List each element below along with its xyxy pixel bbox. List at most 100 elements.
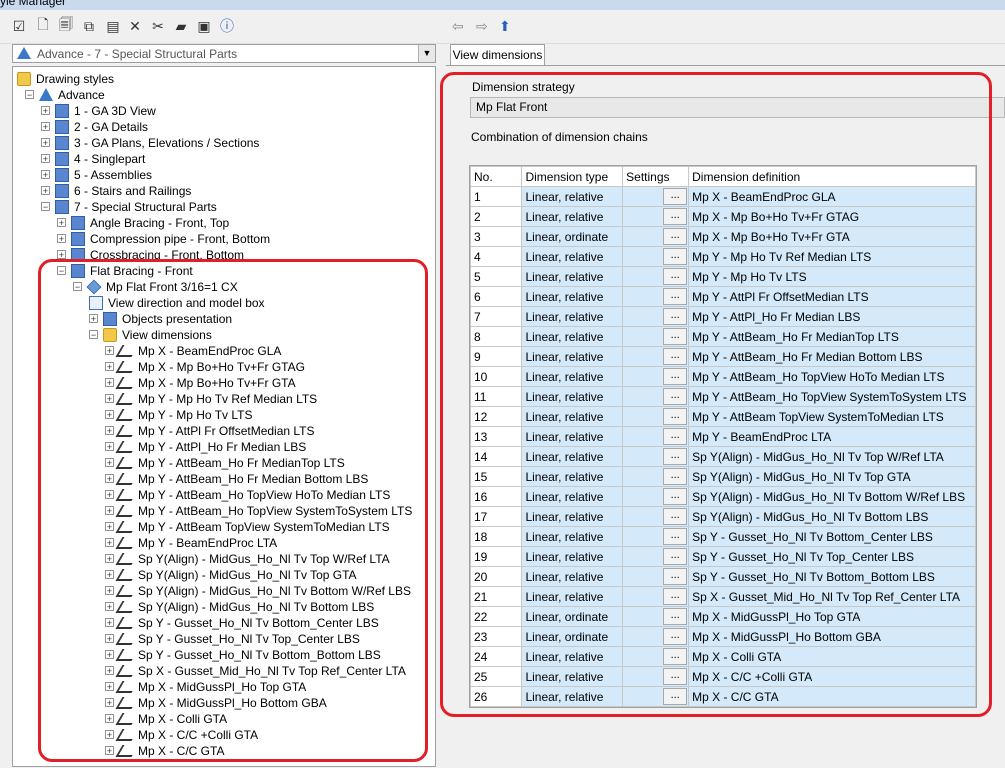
expand-icon[interactable]: + <box>105 586 114 596</box>
expand-icon[interactable]: + <box>105 458 114 468</box>
dimension-definition-cell[interactable]: Mp Y - AttBeam TopView SystemToMedian LT… <box>688 406 976 427</box>
expand-icon[interactable]: + <box>105 410 114 420</box>
expand-icon[interactable]: + <box>105 538 114 548</box>
dimension-definition-cell[interactable]: Mp X - MidGussPl_Ho Top GTA <box>688 606 976 627</box>
table-row[interactable]: 14 Linear, relative... Sp Y(Align) - MidGu… <box>469 446 976 467</box>
collapse-icon[interactable]: − <box>41 202 50 212</box>
expand-icon[interactable]: + <box>105 730 114 740</box>
dimension-type-cell[interactable]: Linear, relative <box>521 646 624 667</box>
table-row[interactable]: 7 Linear, relative... Mp Y - AttPl_Ho Fr M… <box>469 306 976 327</box>
dimension-type-cell[interactable]: Linear, relative <box>521 666 624 687</box>
table-row[interactable]: 13 Linear, relative... Mp Y - BeamEndProc … <box>469 426 976 447</box>
dimension-definition-cell[interactable]: Sp Y - Gusset_Ho_Nl Tv Top_Center LBS <box>688 546 976 567</box>
dimension-type-cell[interactable]: Linear, relative <box>521 366 624 387</box>
dimension-type-cell[interactable]: Linear, relative <box>521 446 624 467</box>
expand-icon[interactable]: + <box>105 666 114 676</box>
expand-icon[interactable]: + <box>57 250 66 260</box>
settings-button[interactable]: ... <box>663 368 688 385</box>
settings-button[interactable]: ... <box>663 328 688 345</box>
expand-icon[interactable]: + <box>105 602 114 612</box>
table-row[interactable]: 11 Linear, relative... Mp Y - AttBeam_Ho T… <box>469 386 976 407</box>
new-icon[interactable]: 🗋 <box>34 16 52 35</box>
dimension-type-cell[interactable]: Linear, relative <box>521 506 624 527</box>
export-icon[interactable]: ▣ <box>195 17 213 35</box>
table-row[interactable]: 19 Linear, relative... Sp Y - Gusset_Ho_Nl… <box>469 546 976 567</box>
table-row[interactable]: 21 Linear, relative... Sp X - Gusset_Mid_H… <box>469 586 976 607</box>
collapse-icon[interactable]: − <box>25 90 34 100</box>
dimension-definition-cell[interactable]: Mp Y - AttBeam_Ho Fr Median Bottom LBS <box>688 346 976 367</box>
check-icon[interactable]: ☑ <box>10 17 28 35</box>
new-copy-icon[interactable]: 🗐 <box>57 16 75 35</box>
expand-icon[interactable]: + <box>105 698 114 708</box>
dimension-type-cell[interactable]: Linear, relative <box>521 526 624 547</box>
settings-button[interactable]: ... <box>663 208 688 225</box>
dimension-type-cell[interactable]: Linear, ordinate <box>521 626 624 647</box>
settings-button[interactable]: ... <box>663 548 688 565</box>
table-row[interactable]: 20 Linear, relative... Sp Y - Gusset_Ho_Nl… <box>469 566 976 587</box>
dimension-definition-cell[interactable]: Sp Y - Gusset_Ho_Nl Tv Bottom_Bottom LBS <box>688 566 976 587</box>
up-arrow-icon[interactable]: ⬆ <box>499 18 511 35</box>
dimension-type-cell[interactable]: Linear, relative <box>521 586 624 607</box>
folder-icon[interactable]: ▰ <box>172 17 190 35</box>
table-row[interactable]: 6 Linear, relative... Mp Y - AttPl Fr Offs… <box>469 286 976 307</box>
dimension-definition-cell[interactable]: Sp Y(Align) - MidGus_Ho_Nl Tv Bottom LBS <box>688 506 976 527</box>
dimension-definition-cell[interactable]: Mp X - C/C GTA <box>688 686 976 707</box>
settings-button[interactable]: ... <box>663 228 688 245</box>
expand-icon[interactable]: + <box>105 394 114 404</box>
settings-button[interactable]: ... <box>663 608 688 625</box>
dimension-type-cell[interactable]: Linear, ordinate <box>521 226 624 247</box>
dimension-type-cell[interactable]: Linear, relative <box>521 326 624 347</box>
dimension-definition-cell[interactable]: Sp X - Gusset_Mid_Ho_Nl Tv Top Ref_Cente… <box>688 586 976 607</box>
table-row[interactable]: 5 Linear, relative... Mp Y - Mp Ho Tv LTS <box>469 266 976 287</box>
expand-icon[interactable]: + <box>105 378 114 388</box>
expand-icon[interactable]: + <box>105 682 114 692</box>
dimension-definition-cell[interactable]: Mp X - MidGussPl_Ho Bottom GBA <box>688 626 976 647</box>
settings-button[interactable]: ... <box>663 468 688 485</box>
dimension-type-cell[interactable]: Linear, relative <box>521 286 624 307</box>
expand-icon[interactable]: + <box>105 554 114 564</box>
collapse-icon[interactable]: − <box>73 282 82 292</box>
tab-view-dimensions[interactable]: View dimensions <box>450 44 545 66</box>
table-row[interactable]: 23 Linear, ordinate... Mp X - MidGussPl_Ho… <box>469 626 976 647</box>
dimension-type-cell[interactable]: Linear, relative <box>521 466 624 487</box>
collapse-icon[interactable]: − <box>57 266 66 276</box>
settings-button[interactable]: ... <box>663 588 688 605</box>
settings-button[interactable]: ... <box>663 348 688 365</box>
expand-icon[interactable]: + <box>105 426 114 436</box>
dimension-definition-cell[interactable]: Mp Y - AttBeam_Ho Fr MedianTop LTS <box>688 326 976 347</box>
settings-button[interactable]: ... <box>663 568 688 585</box>
dimension-type-cell[interactable]: Linear, relative <box>521 386 624 407</box>
chevron-down-icon[interactable]: ▼ <box>418 45 435 62</box>
dimension-type-cell[interactable]: Linear, relative <box>521 406 624 427</box>
expand-icon[interactable]: + <box>89 314 98 324</box>
expand-icon[interactable]: + <box>105 490 114 500</box>
expand-icon[interactable]: + <box>105 442 114 452</box>
copy-icon[interactable]: ⧉ <box>80 17 98 35</box>
table-row[interactable]: 2 Linear, relative... Mp X - Mp Bo+Ho Tv+F… <box>469 206 976 227</box>
expand-icon[interactable]: + <box>105 618 114 628</box>
expand-icon[interactable]: + <box>105 346 114 356</box>
dimension-definition-cell[interactable]: Mp X - Mp Bo+Ho Tv+Fr GTA <box>688 226 976 247</box>
table-row[interactable]: 22 Linear, ordinate... Mp X - MidGussPl_Ho… <box>469 606 976 627</box>
settings-button[interactable]: ... <box>663 408 688 425</box>
settings-button[interactable]: ... <box>663 488 688 505</box>
dimension-definition-cell[interactable]: Mp X - C/C +Colli GTA <box>688 666 976 687</box>
dimension-type-cell[interactable]: Linear, relative <box>521 486 624 507</box>
expand-icon[interactable]: + <box>41 106 50 116</box>
settings-button[interactable]: ... <box>663 528 688 545</box>
settings-button[interactable]: ... <box>663 648 688 665</box>
expand-icon[interactable]: + <box>41 154 50 164</box>
style-selector-combo[interactable]: Advance - 7 - Special Structural Parts ▼ <box>12 44 436 63</box>
table-row[interactable]: 26 Linear, relative... Mp X - C/C GTA <box>469 686 976 707</box>
table-row[interactable]: 8 Linear, relative... Mp Y - AttBeam_Ho Fr… <box>469 326 976 347</box>
expand-icon[interactable]: + <box>41 138 50 148</box>
dimension-type-cell[interactable]: Linear, relative <box>521 426 624 447</box>
dimension-definition-cell[interactable]: Mp Y - Mp Ho Tv LTS <box>688 266 976 287</box>
settings-button[interactable]: ... <box>663 308 688 325</box>
settings-button[interactable]: ... <box>663 288 688 305</box>
settings-button[interactable]: ... <box>663 268 688 285</box>
settings-button[interactable]: ... <box>663 688 688 705</box>
dimension-definition-cell[interactable]: Mp Y - AttBeam_Ho TopView HoTo Median LT… <box>688 366 976 387</box>
col-header-settings[interactable]: Settings <box>622 166 690 187</box>
expand-icon[interactable]: + <box>41 186 50 196</box>
